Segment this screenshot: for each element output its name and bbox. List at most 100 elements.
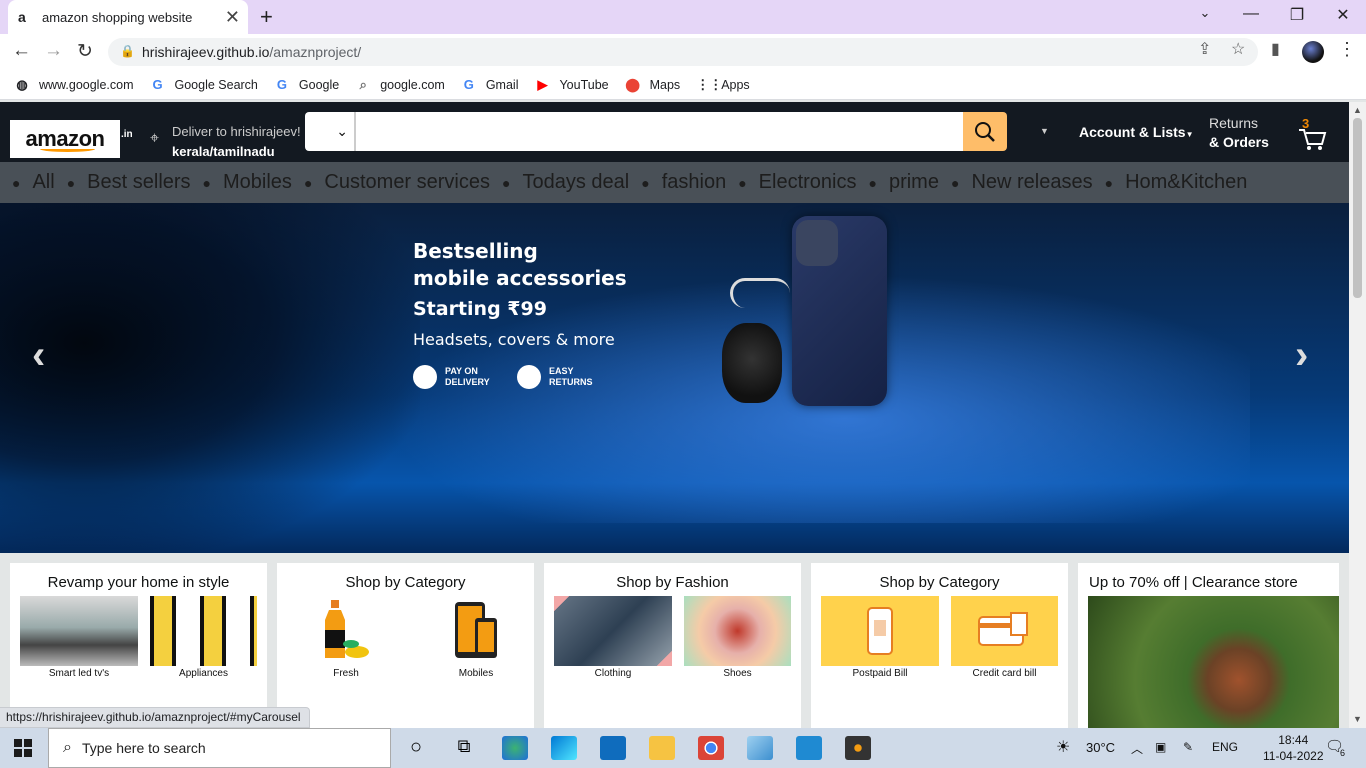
close-tab-icon[interactable]: ✕	[225, 7, 240, 28]
phone-camera	[796, 220, 838, 266]
tile-shoes[interactable]: Shoes	[684, 596, 791, 679]
nav-item-best-sellers[interactable]: Best sellers	[87, 171, 190, 194]
maps-icon: ⬤	[625, 76, 640, 92]
menu-kebab-icon[interactable]: ⋮	[1338, 39, 1356, 60]
bookmark-item[interactable]: ⌕ google.com	[355, 77, 445, 93]
bookmark-item[interactable]: ▶ YouTube	[534, 77, 608, 93]
nav-item-fashion[interactable]: fashion	[662, 171, 727, 194]
carousel-line2: mobile accessories	[413, 266, 627, 290]
search-input[interactable]	[355, 112, 963, 151]
card-shop-category-2[interactable]: Shop by Category Postpaid Bill Credit ca…	[811, 563, 1068, 728]
file-explorer-icon[interactable]	[649, 736, 675, 760]
card-shop-fashion[interactable]: Shop by Fashion Clothing Shoes	[544, 563, 801, 728]
bookmark-item[interactable]: G Google	[274, 77, 339, 92]
media-player-icon[interactable]	[845, 736, 871, 760]
card-home-style[interactable]: Revamp your home in style Smart led tv's…	[10, 563, 267, 728]
tile-smart-tv[interactable]: Smart led tv's	[20, 596, 138, 679]
nav-item-all[interactable]: All	[32, 171, 54, 194]
easy-returns-badge: EASY RETURNS	[517, 365, 593, 389]
nav-item-todays-deal[interactable]: Todays deal	[522, 171, 629, 194]
google-icon: G	[463, 77, 474, 92]
category-dropdown[interactable]: ⌄	[305, 112, 355, 151]
bookmark-item[interactable]: ⋮⋮ Apps	[696, 77, 750, 93]
returns-orders[interactable]: Returns & Orders	[1209, 115, 1269, 150]
bookmark-item[interactable]: ⬤ Maps	[625, 76, 680, 93]
share-icon[interactable]: ⇪	[1198, 39, 1211, 59]
window-close-icon[interactable]: ✕	[1328, 5, 1358, 25]
edge-icon[interactable]	[502, 736, 528, 760]
logo-smile	[40, 146, 95, 152]
bookmark-item[interactable]: ◍ www.google.com	[14, 77, 133, 93]
windows-start-icon[interactable]	[14, 739, 32, 757]
carousel-next-icon[interactable]: ›	[1295, 333, 1308, 378]
notepad-icon[interactable]	[747, 736, 773, 760]
nav-item-prime[interactable]: prime	[889, 171, 939, 194]
nav-item-new-releases[interactable]: New releases	[971, 171, 1092, 194]
deliver-line2: kerala/tamilnadu	[172, 144, 275, 159]
task-view-icon[interactable]: ⧉	[451, 736, 477, 760]
tile-appliances[interactable]: Appliances	[150, 596, 257, 679]
cortana-icon[interactable]: ○	[403, 736, 429, 760]
new-tab-icon[interactable]: +	[260, 4, 273, 30]
vscode-icon[interactable]	[796, 736, 822, 760]
weather-temp[interactable]: 30°C	[1086, 740, 1115, 755]
restore-icon[interactable]: ❐	[1282, 5, 1312, 25]
earbuds-image	[722, 323, 782, 403]
card-shop-category-1[interactable]: Shop by Category Fresh Mobiles	[277, 563, 534, 728]
amazon-favicon-icon: a	[18, 9, 26, 25]
web-page: amazon .in ⌖ Deliver to hrishirajeev! ke…	[0, 102, 1349, 728]
reload-icon[interactable]: ↻	[77, 40, 93, 63]
tile-postpaid-bill[interactable]: Postpaid Bill	[821, 596, 939, 679]
nav-item-mobiles[interactable]: Mobiles	[223, 171, 292, 194]
cart-button[interactable]: 3	[1297, 116, 1327, 152]
bookmark-item[interactable]: G Google Search	[150, 77, 257, 92]
fountain-image	[1088, 596, 1339, 728]
scroll-thumb[interactable]	[1353, 118, 1362, 298]
wall-frames-image	[150, 596, 257, 666]
forward-icon[interactable]: →	[44, 40, 63, 62]
tile-credit-card-bill[interactable]: Credit card bill	[951, 596, 1058, 679]
weather-icon[interactable]: ☀	[1056, 737, 1070, 757]
youtube-icon: ▶	[537, 76, 548, 92]
carousel-line4: Headsets, covers & more	[413, 330, 615, 349]
store-icon[interactable]	[551, 736, 577, 760]
google-icon: G	[152, 77, 163, 92]
amazon-logo[interactable]: amazon	[10, 120, 120, 158]
side-panel-icon[interactable]: ▮	[1271, 39, 1280, 59]
nav-item-customer-services[interactable]: Customer services	[324, 171, 490, 194]
phone-case-image	[792, 216, 887, 406]
mail-icon[interactable]	[600, 736, 626, 760]
page-scrollbar[interactable]: ▲ ▼	[1349, 102, 1366, 728]
network-icon[interactable]: ▣	[1155, 740, 1166, 754]
bookmark-item[interactable]: G Gmail	[461, 77, 519, 92]
nav-item-electronics[interactable]: Electronics	[759, 171, 857, 194]
profile-avatar[interactable]	[1302, 41, 1324, 63]
back-icon[interactable]: ←	[12, 40, 31, 62]
card-clearance-store[interactable]: Up to 70% off | Clearance store	[1078, 563, 1339, 728]
tray-chevron-icon[interactable]: ︿	[1131, 740, 1143, 757]
system-clock[interactable]: 18:44 11-04-2022	[1263, 732, 1324, 764]
chrome-icon[interactable]	[698, 736, 724, 760]
language-indicator[interactable]: ENG	[1212, 740, 1238, 754]
nav-item-home-kitchen[interactable]: Hom&Kitchen	[1125, 171, 1247, 194]
search-button[interactable]	[963, 112, 1007, 151]
account-lists[interactable]: Account & Lists▼	[1079, 124, 1194, 140]
search-icon	[975, 121, 995, 142]
tile-mobiles[interactable]: Mobiles	[417, 596, 535, 679]
delivery-truck-icon	[413, 365, 437, 389]
taskbar-search[interactable]: ⌕ Type here to search	[48, 728, 391, 768]
pen-icon[interactable]: ✎	[1183, 740, 1193, 754]
tile-fresh[interactable]: Fresh	[287, 596, 405, 679]
scroll-down-icon[interactable]: ▼	[1353, 714, 1362, 724]
tab-search-icon[interactable]: ⌄	[1190, 5, 1220, 21]
scroll-up-icon[interactable]: ▲	[1353, 105, 1362, 115]
carousel-prev-icon[interactable]: ‹	[32, 333, 45, 378]
address-bar[interactable]: 🔒 hrishirajeev.github.io/amaznproject/	[108, 38, 1258, 66]
lock-icon: 🔒	[120, 44, 135, 58]
bookmark-star-icon[interactable]: ☆	[1231, 39, 1245, 59]
google-icon: G	[276, 77, 287, 92]
browser-tab[interactable]: a amazon shopping website ✕	[8, 0, 248, 34]
tile-clothing[interactable]: Clothing	[554, 596, 672, 679]
language-dropdown-icon[interactable]: ▼	[1040, 126, 1049, 136]
minimize-icon[interactable]: —	[1236, 5, 1266, 23]
